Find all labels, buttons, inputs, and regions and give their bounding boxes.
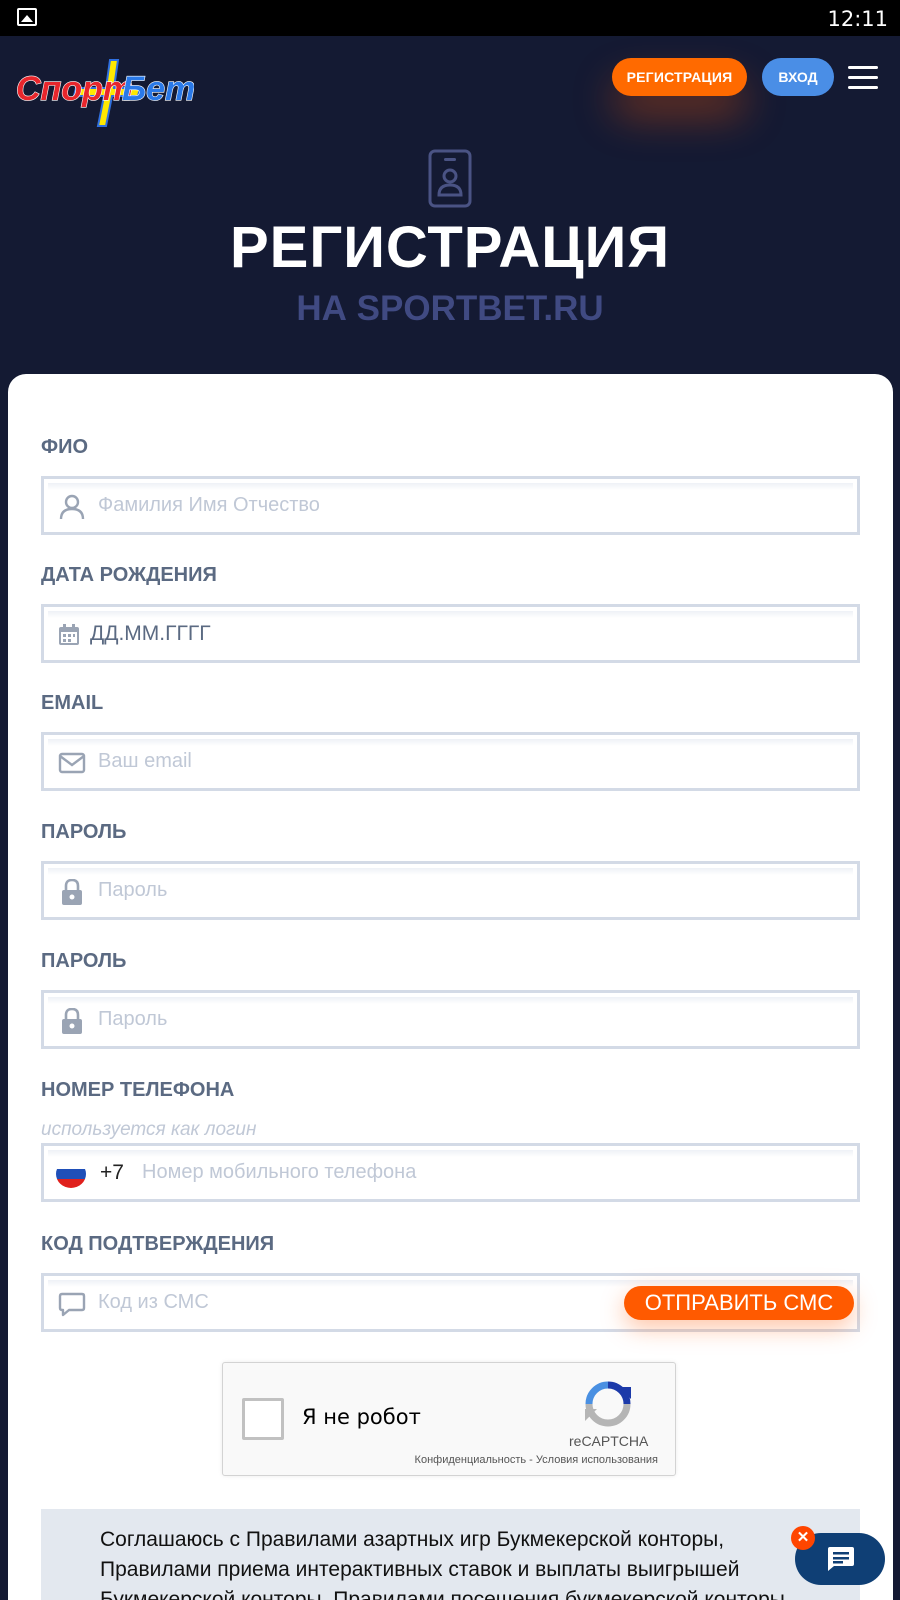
user-icon	[59, 494, 85, 520]
svg-text:Бет: Бет	[122, 70, 194, 108]
russia-flag-icon[interactable]	[56, 1160, 86, 1188]
code-field[interactable]: Код из СМС ОТПРАВИТЬ СМС	[41, 1273, 860, 1332]
password-confirm-label: ПАРОЛЬ	[41, 950, 127, 972]
calendar-icon	[59, 624, 79, 645]
captcha-checkbox[interactable]	[242, 1398, 284, 1440]
fio-field[interactable]: Фамилия Имя Отчество	[41, 476, 860, 535]
status-time: 12:11	[827, 7, 888, 31]
phone-hint: используется как логин	[41, 1119, 257, 1140]
page-title: РЕГИСТРАЦИЯ	[229, 215, 671, 280]
email-label: EMAIL	[41, 692, 104, 714]
status-bar: 12:11	[0, 0, 900, 36]
lock-icon	[62, 1008, 82, 1034]
fio-placeholder: Фамилия Имя Отчество	[98, 494, 320, 516]
close-icon[interactable]: ✕	[791, 1526, 815, 1550]
svg-text:Спорт: Спорт	[16, 70, 133, 108]
birthdate-field[interactable]: ДД.ММ.ГГГГ	[41, 604, 860, 663]
code-label: КОД ПОДТВЕРЖДЕНИЯ	[41, 1233, 275, 1255]
sportbet-logo[interactable]: Спорт Бет	[14, 58, 194, 128]
captcha-text: Я не робот	[302, 1405, 421, 1429]
email-field[interactable]: Ваш email	[41, 732, 860, 791]
chat-bubble-icon	[58, 1292, 86, 1317]
birthdate-label: ДАТА РОЖДЕНИЯ	[41, 564, 217, 586]
page-subtitle: НА SPORTBET.RU	[296, 289, 604, 328]
recaptcha-icon	[585, 1381, 631, 1427]
birthdate-value: ДД.ММ.ГГГГ	[90, 622, 211, 645]
captcha-links[interactable]: Конфиденциальность - Условия использован…	[415, 1454, 658, 1466]
mail-icon	[58, 752, 86, 774]
header: Спорт Бет РЕГИСТРАЦИЯ ВХОД РЕГИСТРАЦИЯ Н…	[0, 36, 900, 376]
agreement-box: Соглашаюсь с Правилами азартных игр Букм…	[41, 1509, 860, 1600]
id-card-icon	[428, 149, 472, 208]
fio-label: ФИО	[41, 436, 89, 458]
lock-icon	[62, 879, 82, 905]
captcha-brand: reCAPTCHA	[569, 1433, 649, 1449]
login-button[interactable]: ВХОД	[762, 58, 834, 96]
phone-label: НОМЕР ТЕЛЕФОНА	[41, 1079, 235, 1101]
password-field[interactable]: Пароль	[41, 861, 860, 920]
password-placeholder: Пароль	[98, 879, 168, 901]
image-icon	[17, 8, 37, 26]
code-placeholder: Код из СМС	[98, 1291, 209, 1313]
phone-field[interactable]: +7 Номер мобильного телефона	[41, 1143, 860, 1202]
register-button[interactable]: РЕГИСТРАЦИЯ	[612, 58, 747, 96]
agreement-text: Соглашаюсь с Правилами азартных игр Букм…	[100, 1528, 785, 1600]
email-placeholder: Ваш email	[98, 750, 192, 772]
password-label: ПАРОЛЬ	[41, 821, 127, 843]
recaptcha-widget: Я не робот reCAPTCHA Конфиденциальность …	[222, 1362, 676, 1476]
menu-icon[interactable]	[848, 66, 878, 90]
chat-icon	[828, 1547, 854, 1571]
phone-placeholder: Номер мобильного телефона	[142, 1161, 417, 1183]
password-confirm-field[interactable]: Пароль	[41, 990, 860, 1049]
send-sms-button[interactable]: ОТПРАВИТЬ СМС	[624, 1286, 854, 1320]
phone-prefix: +7	[100, 1161, 124, 1184]
password-confirm-placeholder: Пароль	[98, 1008, 168, 1030]
